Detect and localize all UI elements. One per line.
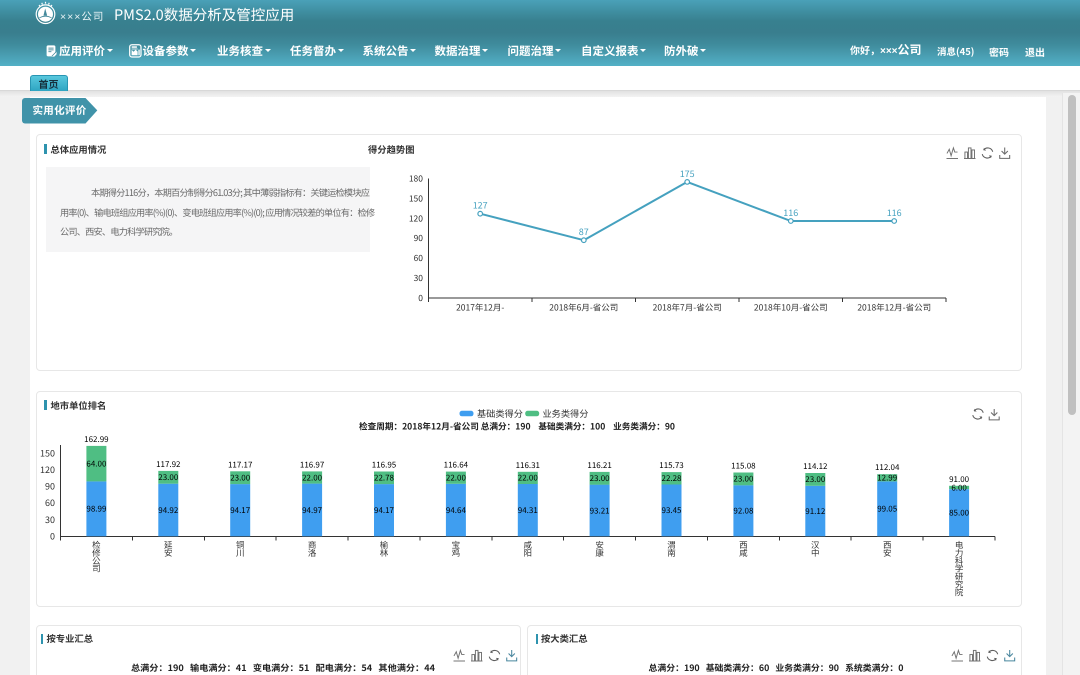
svg-text:总满分：190 输电满分：41 变电满分：51: 总满分：190 输电满分：41 变电满分：51 配电满分：54 其他满分：44 [131, 661, 435, 674]
svg-text:总满分：190 基础类满分：60 业务类满分：90: 总满分：190 基础类满分：60 业务类满分：90 系统类满分：0 [649, 661, 904, 674]
